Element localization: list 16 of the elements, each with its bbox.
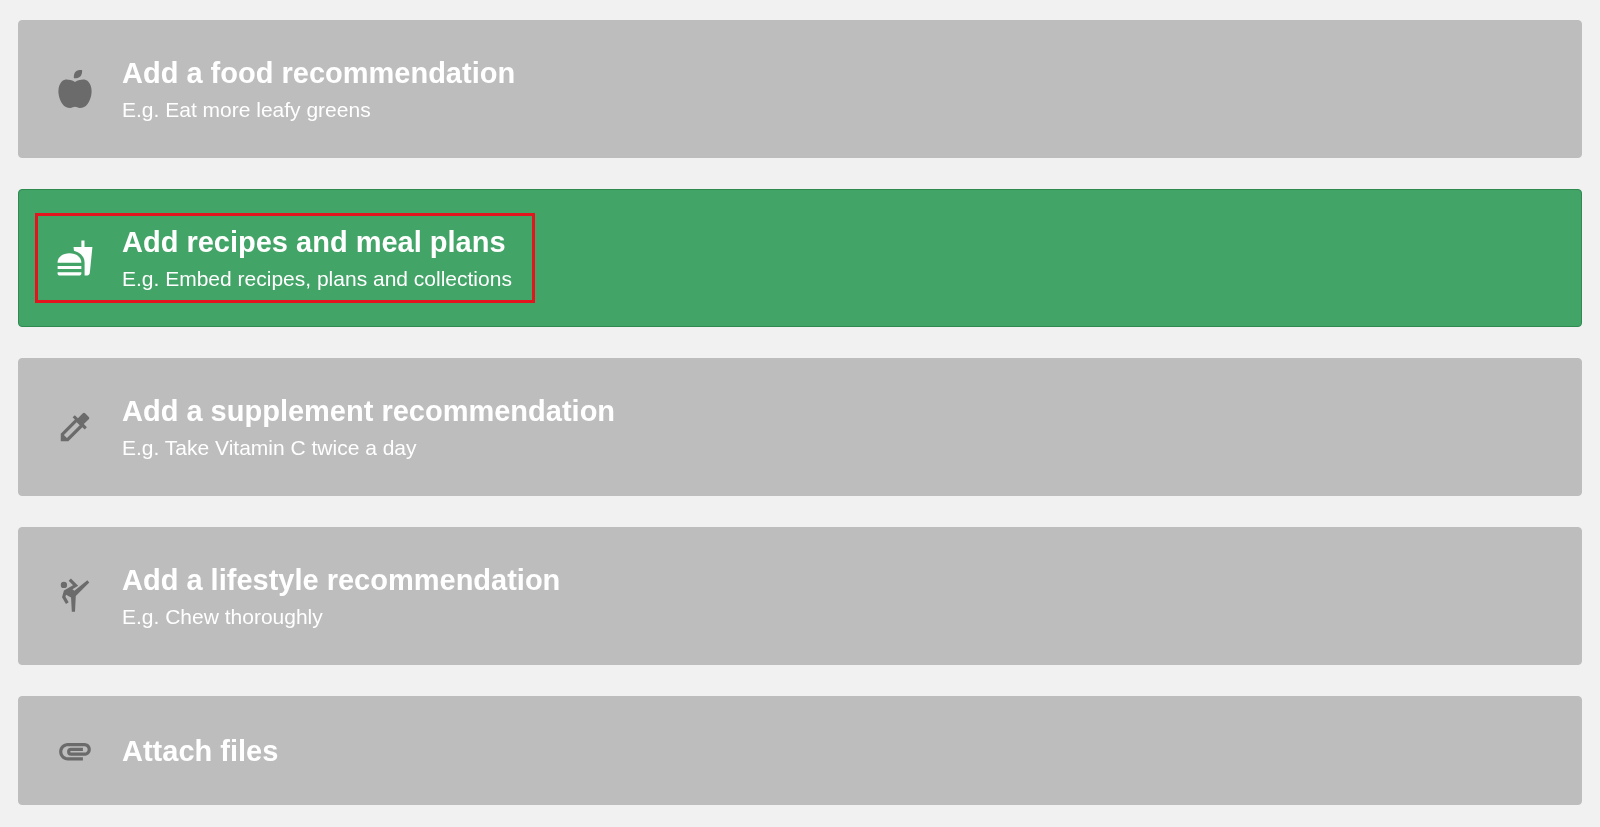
option-card[interactable]: Add a supplement recommendation E.g. Take Vitamin C twice a day xyxy=(18,358,1582,496)
option-card[interactable]: Attach files xyxy=(18,696,1582,805)
option-title: Add recipes and meal plans xyxy=(122,225,507,260)
option-title: Attach files xyxy=(122,733,279,769)
option-title: Add a lifestyle recommendation xyxy=(122,563,561,598)
burger-and-drink-icon xyxy=(56,239,94,277)
option-subtitle: E.g. Eat more leafy greens xyxy=(122,97,372,123)
option-subtitle: E.g. Take Vitamin C twice a day xyxy=(122,435,418,461)
option-title: Add a food recommendation xyxy=(122,56,516,91)
option-card[interactable]: Add a lifestyle recommendation E.g. Chew thoroughly xyxy=(18,527,1582,665)
apple-icon xyxy=(56,70,94,108)
option-title: Add a supplement recommendation xyxy=(122,394,616,429)
option-card[interactable]: Add a food recommendation E.g. Eat more leafy greens xyxy=(18,20,1582,158)
option-subtitle: E.g. Embed recipes, plans and collections xyxy=(122,266,512,292)
option-card[interactable]: Add recipes and meal plans E.g. Embed recipes, plans and collections xyxy=(18,189,1582,327)
option-subtitle: E.g. Chew thoroughly xyxy=(122,604,324,630)
